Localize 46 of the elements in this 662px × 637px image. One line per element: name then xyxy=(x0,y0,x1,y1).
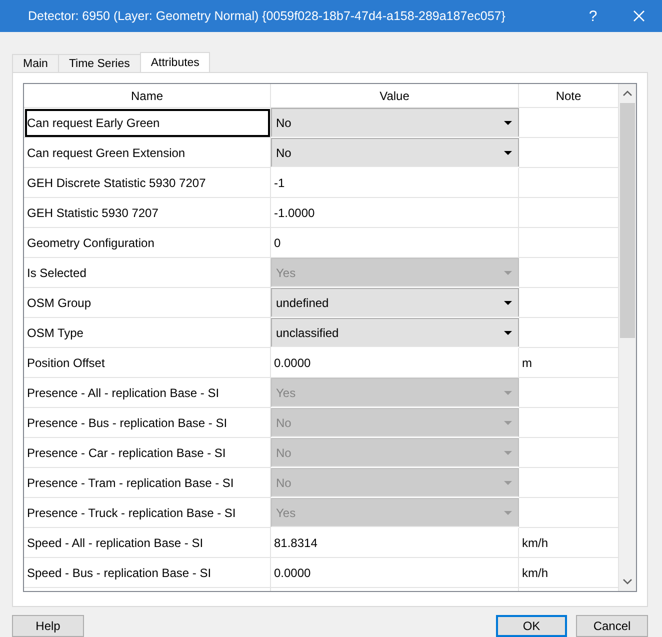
name-cell: Speed - All - replication Base - SI xyxy=(24,528,271,558)
caret-icon xyxy=(504,120,512,124)
caret-icon xyxy=(504,450,512,454)
caret-icon xyxy=(504,150,512,154)
name-cell: OSM Type xyxy=(24,318,271,348)
caret-icon xyxy=(504,420,512,424)
dialog-button[interactable]: OK xyxy=(496,615,567,637)
name-cell: Presence - Truck - replication Base - SI xyxy=(24,498,271,528)
value-cell[interactable]: 81.8314 xyxy=(271,528,519,558)
caret-icon xyxy=(504,270,512,274)
value-dropdown[interactable]: undefined xyxy=(271,288,519,317)
name-cell: Position Offset xyxy=(24,348,271,378)
name-cell: Presence - Tram - replication Base - SI xyxy=(24,468,271,498)
tab[interactable]: Main xyxy=(12,54,59,72)
name-cell: Presence - Car - replication Base - SI xyxy=(24,438,271,468)
name-cell: Presence - All - replication Base - SI xyxy=(24,378,271,408)
name-cell: GEH Discrete Statistic 5930 7207 xyxy=(24,168,271,198)
name-cell: Geometry Configuration xyxy=(24,228,271,258)
dialog-button[interactable]: Cancel xyxy=(576,615,648,637)
name-cell: Speed - Bus - replication Base - SI xyxy=(24,558,271,588)
name-cell: OSM Group xyxy=(24,288,271,318)
name-cell: Can request Green Extension xyxy=(24,138,271,168)
dialog-button[interactable]: Help xyxy=(12,615,84,637)
caret-icon xyxy=(504,390,512,394)
caret-icon xyxy=(504,330,512,334)
value-cell[interactable]: 0.0000 xyxy=(271,558,519,588)
scroll-up-icon xyxy=(623,90,632,96)
value-dropdown[interactable]: unclassified xyxy=(271,318,519,347)
column-header[interactable]: Name xyxy=(24,84,271,108)
close-icon xyxy=(633,10,645,22)
name-cell: Presence - Bus - replication Base - SI xyxy=(24,408,271,438)
scroll-down-icon xyxy=(623,579,632,585)
value-dropdown[interactable]: No xyxy=(271,108,519,137)
value-cell[interactable]: -1.0000 xyxy=(271,198,519,228)
tab[interactable]: Attributes xyxy=(140,52,210,72)
scrollbar[interactable] xyxy=(619,84,636,591)
caret-icon xyxy=(504,300,512,304)
caret-icon xyxy=(504,480,512,484)
name-cell: GEH Statistic 5930 7207 xyxy=(24,198,271,228)
value-cell[interactable]: -1 xyxy=(271,168,519,198)
name-cell: Is Selected xyxy=(24,258,271,288)
value-dropdown[interactable]: No xyxy=(271,138,519,167)
name-cell: Can request Early Green xyxy=(24,108,271,138)
window-title: Detector: 6950 (Layer: Geometry Normal) {0059f028-18b7-47d4-a158-289a187ec057} xyxy=(28,9,506,23)
help-button[interactable]: ? xyxy=(570,0,616,32)
caret-icon xyxy=(504,510,512,514)
